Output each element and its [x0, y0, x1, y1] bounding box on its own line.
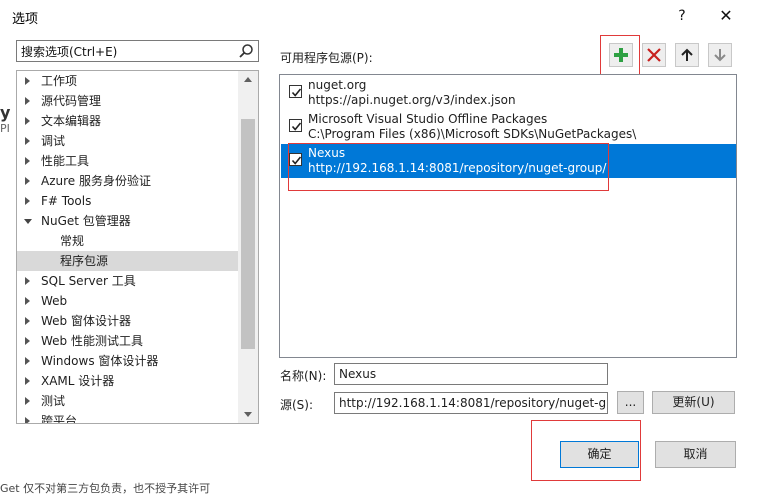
close-button[interactable]: ✕ — [710, 4, 742, 28]
background-fragment: y — [0, 103, 11, 122]
package-source-item[interactable]: Microsoft Visual Studio Offline Packages… — [281, 110, 736, 144]
tree-item-label: 程序包源 — [60, 254, 109, 268]
source-enabled-checkbox[interactable] — [289, 119, 302, 132]
tree-item-label: Web — [41, 294, 68, 308]
tree-item[interactable]: Web 窗体设计器 — [17, 311, 239, 331]
move-down-button[interactable] — [708, 43, 732, 67]
tree-item[interactable]: Windows 窗体设计器 — [17, 351, 239, 371]
tree-item-label: 常规 — [60, 234, 85, 248]
tree-item-label: 工作项 — [41, 74, 78, 88]
tree-item-label: SQL Server 工具 — [41, 274, 136, 288]
collapse-caret-icon[interactable] — [24, 219, 32, 224]
search-icon[interactable] — [238, 43, 254, 59]
tree-item[interactable]: NuGet 包管理器 — [17, 211, 239, 231]
move-down-icon — [714, 49, 726, 62]
tree-item[interactable]: Web 性能测试工具 — [17, 331, 239, 351]
source-enabled-checkbox[interactable] — [289, 85, 302, 98]
tree-item-label: 源代码管理 — [41, 94, 102, 108]
expand-caret-icon[interactable] — [25, 157, 30, 165]
tree-item-label: Windows 窗体设计器 — [41, 354, 159, 368]
sources-label: 可用程序包源(P): — [280, 51, 373, 65]
tree-item[interactable]: Azure 服务身份验证 — [17, 171, 239, 191]
tree-item-label: 调试 — [41, 134, 66, 148]
tree-item[interactable]: F# Tools — [17, 191, 239, 211]
browse-button[interactable]: ... — [617, 391, 644, 414]
package-source-item[interactable]: nuget.org https://api.nuget.org/v3/index.… — [281, 76, 736, 110]
title-bar: 选项 ? ✕ — [0, 0, 758, 32]
tree-item-label: Azure 服务身份验证 — [41, 174, 151, 188]
expand-caret-icon[interactable] — [25, 357, 30, 365]
help-button[interactable]: ? — [668, 4, 696, 28]
package-sources-list[interactable]: nuget.org https://api.nuget.org/v3/index.… — [279, 74, 737, 358]
tree-item[interactable]: 常规 — [17, 231, 239, 251]
expand-caret-icon[interactable] — [25, 277, 30, 285]
options-tree[interactable]: 工作项源代码管理文本编辑器调试性能工具 Azure 服务身份验证 F# Tools N… — [16, 70, 259, 424]
tree-item[interactable]: XAML 设计器 — [17, 371, 239, 391]
scroll-down-icon[interactable] — [244, 412, 252, 417]
search-box[interactable] — [16, 40, 259, 62]
tree-item[interactable]: 调试 — [17, 131, 239, 151]
checkmark-icon — [291, 122, 302, 131]
name-field[interactable]: Nexus — [334, 363, 608, 385]
tree-item-label: Web 窗体设计器 — [41, 314, 131, 328]
tree-item[interactable]: 文本编辑器 — [17, 111, 239, 131]
expand-caret-icon[interactable] — [25, 297, 30, 305]
tree-item-label: Web 性能测试工具 — [41, 334, 143, 348]
move-up-icon — [681, 48, 693, 61]
name-label: 名称(N): — [280, 369, 327, 383]
tree-item[interactable]: 源代码管理 — [17, 91, 239, 111]
tree-item[interactable]: Web — [17, 291, 239, 311]
tree-item-label: 跨平台 — [41, 414, 78, 424]
move-up-button[interactable] — [675, 43, 699, 67]
expand-caret-icon[interactable] — [25, 97, 30, 105]
tree-item-label: XAML 设计器 — [41, 374, 115, 388]
tree-item[interactable]: 跨平台 — [17, 411, 239, 424]
annotation-box — [600, 35, 640, 76]
expand-caret-icon[interactable] — [25, 177, 30, 185]
window-title: 选项 — [12, 12, 39, 27]
expand-caret-icon[interactable] — [25, 117, 30, 125]
update-button[interactable]: 更新(U) — [652, 391, 735, 414]
source-label: 源(S): — [280, 398, 314, 412]
background-fragment: PI — [0, 122, 10, 135]
annotation-box — [288, 143, 609, 191]
tree-scrollbar[interactable] — [238, 71, 258, 423]
expand-caret-icon[interactable] — [25, 77, 30, 85]
tree-item-label: NuGet 包管理器 — [41, 214, 131, 228]
tree-item[interactable]: 工作项 — [17, 71, 239, 91]
tree-item-label: 性能工具 — [41, 154, 90, 168]
cancel-button[interactable]: 取消 — [655, 441, 736, 468]
tree-item[interactable]: 程序包源 — [17, 251, 239, 271]
expand-caret-icon[interactable] — [25, 417, 30, 423]
tree-item[interactable]: SQL Server 工具 — [17, 271, 239, 291]
source-url: C:\Program Files (x86)\Microsoft SDKs\Nu… — [308, 127, 637, 141]
tree-item-label: 测试 — [41, 394, 66, 408]
expand-caret-icon[interactable] — [25, 197, 30, 205]
remove-source-button[interactable] — [642, 43, 666, 67]
expand-caret-icon[interactable] — [25, 337, 30, 345]
scroll-thumb[interactable] — [241, 119, 255, 349]
expand-caret-icon[interactable] — [25, 137, 30, 145]
tree-item-label: 文本编辑器 — [41, 114, 102, 128]
tree-item[interactable]: 性能工具 — [17, 151, 239, 171]
source-name: Microsoft Visual Studio Offline Packages — [308, 112, 548, 126]
checkmark-icon — [291, 88, 302, 97]
search-input[interactable] — [17, 41, 227, 61]
delete-icon — [647, 48, 661, 62]
expand-caret-icon[interactable] — [25, 397, 30, 405]
tree-item[interactable]: 测试 — [17, 391, 239, 411]
scroll-up-icon[interactable] — [244, 77, 252, 82]
expand-caret-icon[interactable] — [25, 377, 30, 385]
source-url: https://api.nuget.org/v3/index.json — [308, 93, 516, 107]
tree-item-label: F# Tools — [41, 194, 92, 208]
source-name: nuget.org — [308, 78, 367, 92]
expand-caret-icon[interactable] — [25, 317, 30, 325]
source-field[interactable]: http://192.168.1.14:8081/repository/nuge… — [334, 392, 608, 414]
annotation-box — [531, 420, 641, 481]
